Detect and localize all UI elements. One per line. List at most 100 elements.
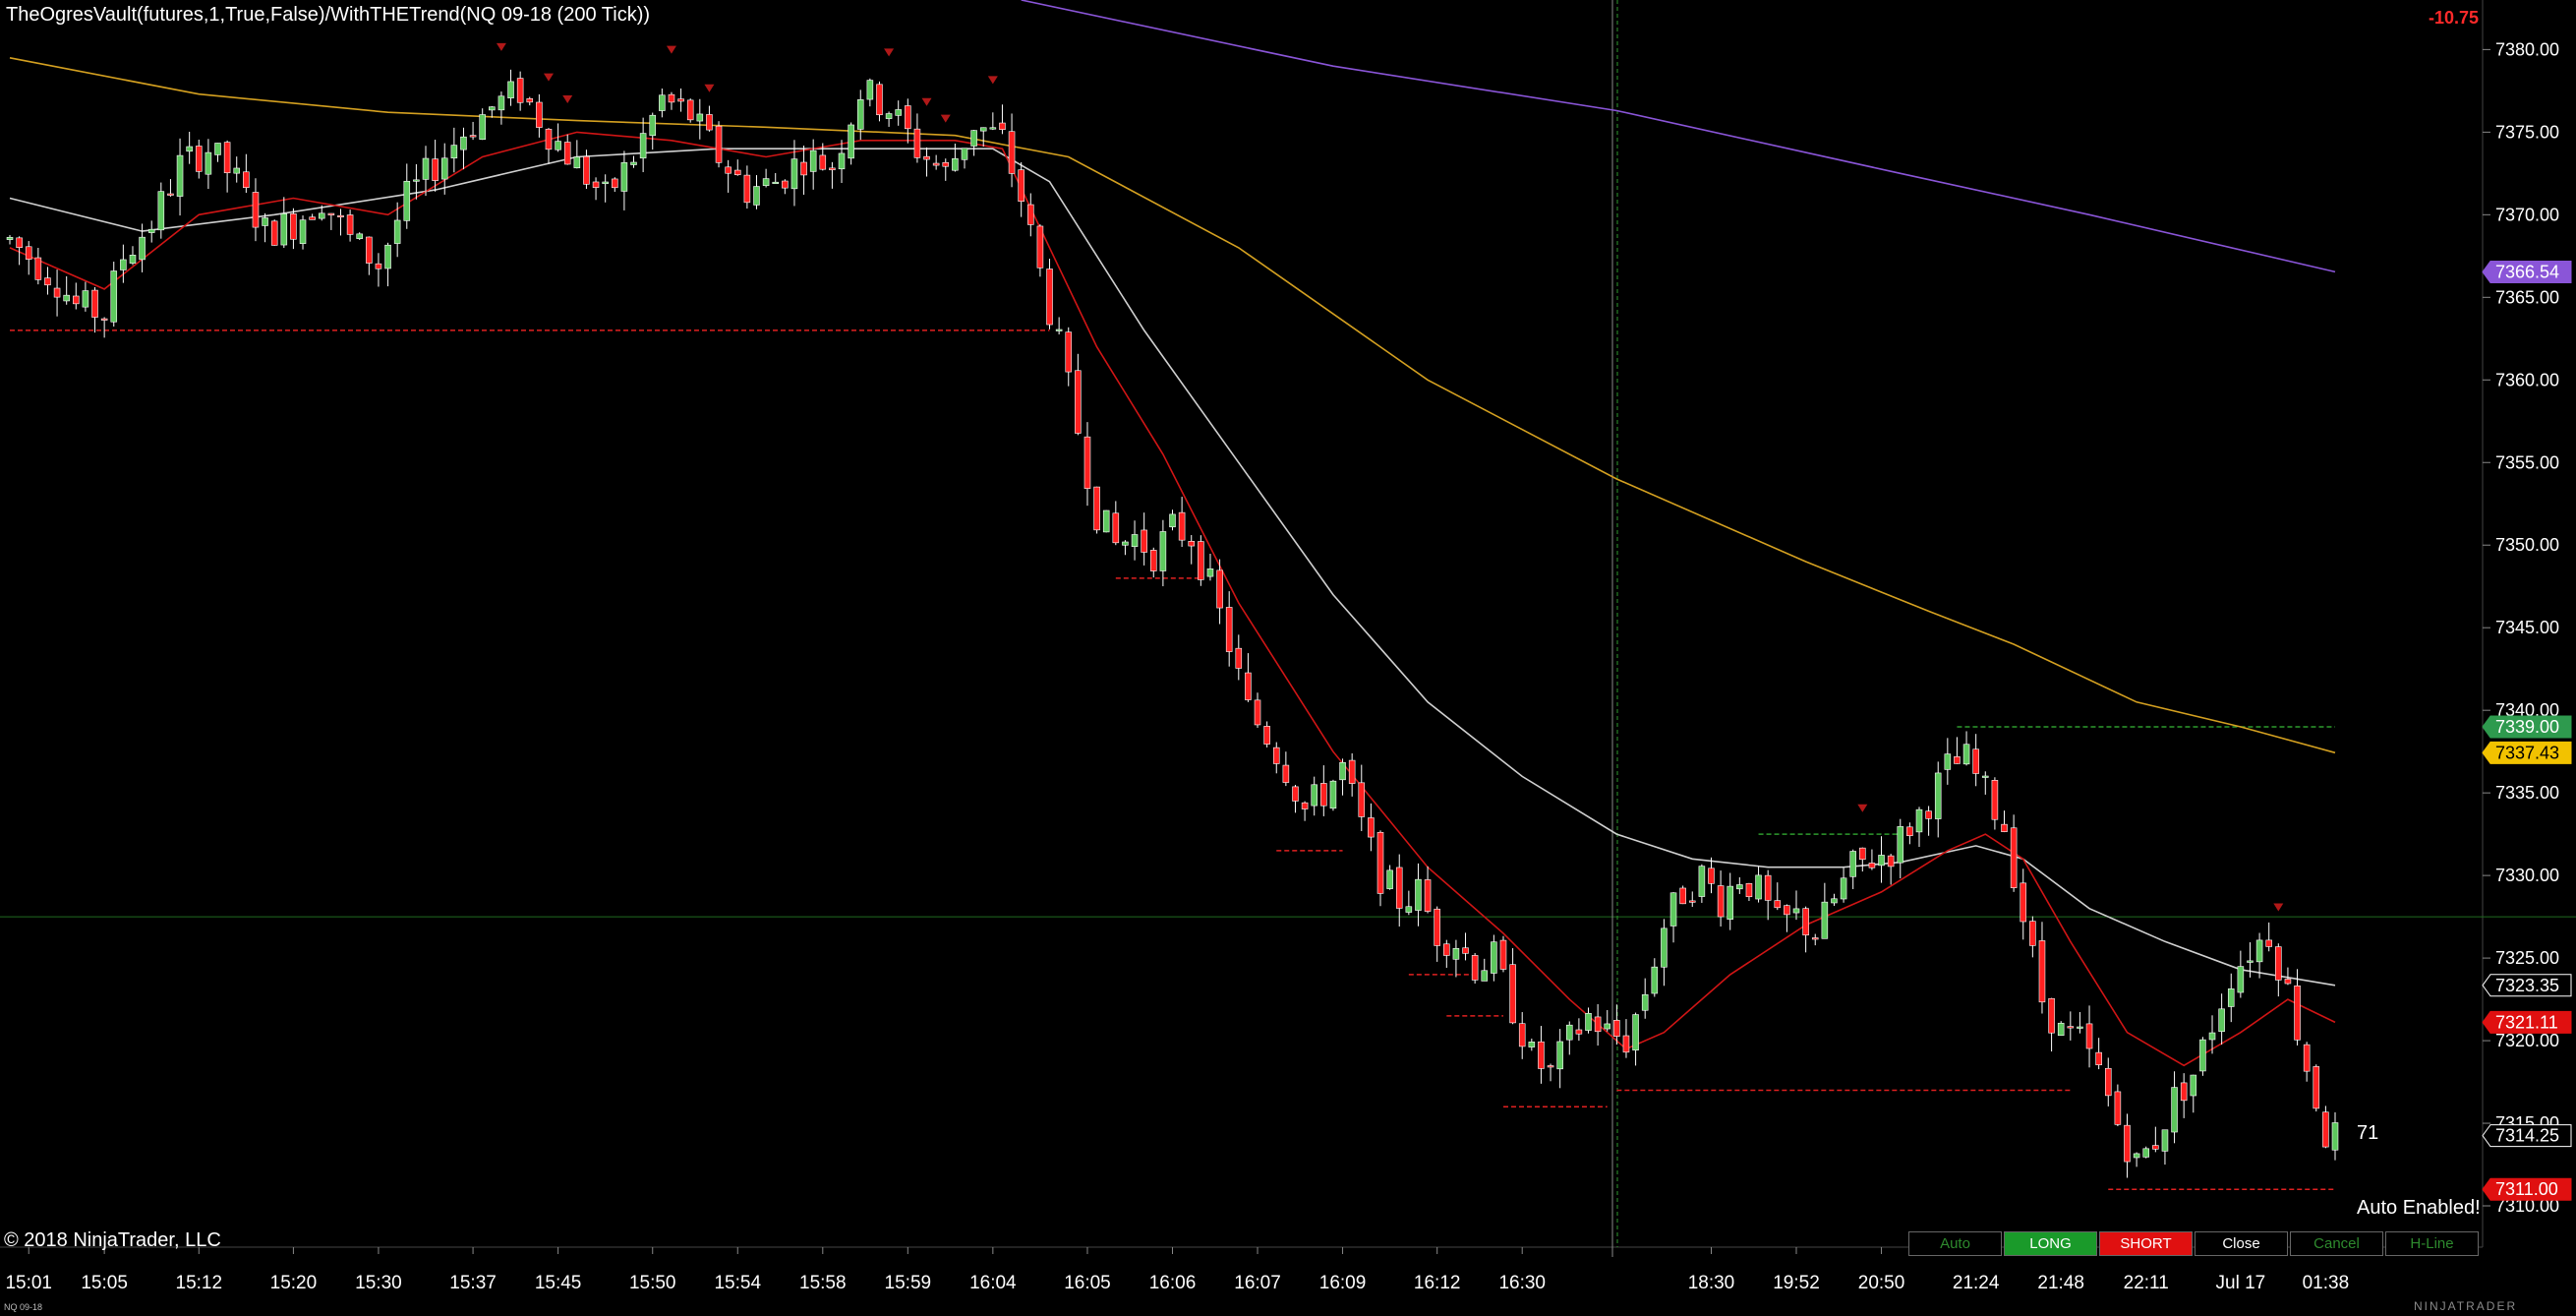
candle (243, 171, 250, 189)
price-tick-label: 7345.00 (2495, 618, 2559, 637)
candle (639, 133, 647, 159)
candle (1698, 866, 1706, 897)
candle (942, 161, 950, 167)
price-tick-label: 7360.00 (2495, 370, 2559, 389)
candle (630, 161, 637, 165)
candle (1415, 878, 1422, 911)
candle (2199, 1039, 2206, 1072)
candle (44, 277, 51, 286)
price-tick-label: 7375.00 (2495, 122, 2559, 142)
price-tag-label: 7321.11 (2495, 1012, 2558, 1032)
price-axis: 7380.00 7375.00 7370.00 7365.00 7360.00 7355.… (2482, 39, 2572, 1216)
price-tick-label: 7335.00 (2495, 783, 2559, 803)
short-button[interactable]: SHORT (2099, 1231, 2193, 1256)
candle (100, 318, 108, 321)
candle (1954, 755, 1961, 764)
candle (507, 81, 514, 99)
candle (2038, 940, 2046, 1003)
candle (913, 128, 921, 158)
time-tick-label: 22:11 (2124, 1273, 2169, 1293)
candle (2001, 823, 2008, 832)
candle (1509, 964, 1516, 1024)
candle (715, 125, 723, 163)
candle (1376, 831, 1384, 894)
cancel-button[interactable]: Cancel (2290, 1231, 2383, 1256)
candle (829, 167, 836, 171)
candle (53, 287, 61, 298)
candle (1849, 851, 1856, 877)
candle (1008, 131, 1016, 174)
candle (2227, 988, 2235, 1007)
signal-arrow (987, 76, 998, 85)
candle (1358, 782, 1366, 817)
candle (479, 114, 486, 141)
auto-button[interactable]: Auto (1908, 1231, 2002, 1256)
time-tick-label: 15:54 (714, 1273, 761, 1293)
candle (592, 181, 600, 188)
price-tick-label: 7325.00 (2495, 948, 2559, 968)
candle (186, 146, 193, 152)
candle (905, 105, 911, 130)
ma-line-sma-purple (1021, 0, 2336, 273)
candle (2095, 1051, 2102, 1065)
candle (270, 220, 278, 246)
candle (649, 114, 657, 137)
candle (545, 128, 553, 150)
candle (2067, 1026, 2075, 1029)
candle (34, 257, 42, 280)
candle (800, 161, 807, 176)
close-button[interactable]: Close (2195, 1231, 2288, 1256)
time-tick-label: 15:45 (535, 1273, 582, 1293)
price-tag-label: 7311.00 (2495, 1179, 2558, 1199)
price-tag-label: 7366.54 (2495, 262, 2559, 281)
candle (1206, 568, 1214, 577)
candle (743, 174, 751, 204)
candle (706, 114, 713, 131)
price-chart[interactable]: 7380.00 7375.00 7370.00 7365.00 7360.00 7355.… (0, 0, 2576, 1316)
candle (498, 95, 505, 111)
candle (346, 214, 354, 235)
candle (1708, 867, 1715, 884)
candle (612, 178, 618, 189)
candle (1669, 892, 1677, 927)
candle (1471, 955, 1479, 981)
signal-arrow (543, 73, 554, 82)
candle (489, 106, 496, 111)
candle (1159, 531, 1167, 571)
candle (2171, 1087, 2178, 1133)
candle (2247, 960, 2254, 963)
candle (469, 135, 477, 138)
candle (1065, 331, 1073, 373)
candle (82, 290, 89, 308)
signal-arrow (1857, 804, 1868, 812)
candle (2313, 1066, 2320, 1109)
candle (2303, 1044, 2311, 1072)
candle (932, 162, 940, 166)
candle (1934, 772, 1942, 819)
time-tick-label: Jul 17 (2216, 1273, 2266, 1293)
price-tick-label: 7355.00 (2495, 452, 2559, 472)
price-tick-label: 7380.00 (2495, 39, 2559, 59)
candle (2275, 946, 2282, 981)
candle (1491, 941, 1497, 974)
candle (1301, 802, 1309, 809)
candle (1802, 908, 1809, 936)
candle (2265, 939, 2272, 947)
time-tick-label: 15:58 (799, 1273, 847, 1293)
pnl-value: -10.75 (2429, 8, 2480, 28)
candle (1878, 855, 1885, 867)
candle (1962, 744, 1970, 765)
candle (979, 127, 987, 132)
hline-button[interactable]: H-Line (2385, 1231, 2479, 1256)
long-button[interactable]: LONG (2004, 1231, 2097, 1256)
time-tick-label: 16:30 (1498, 1273, 1546, 1293)
candle (1538, 1041, 1545, 1069)
candle (2077, 1026, 2083, 1029)
candle (1613, 1020, 1620, 1037)
candle (790, 158, 798, 190)
candle (753, 186, 760, 206)
candle (866, 80, 874, 100)
candle (299, 219, 307, 244)
candle (809, 150, 817, 172)
candle (2208, 1032, 2216, 1041)
